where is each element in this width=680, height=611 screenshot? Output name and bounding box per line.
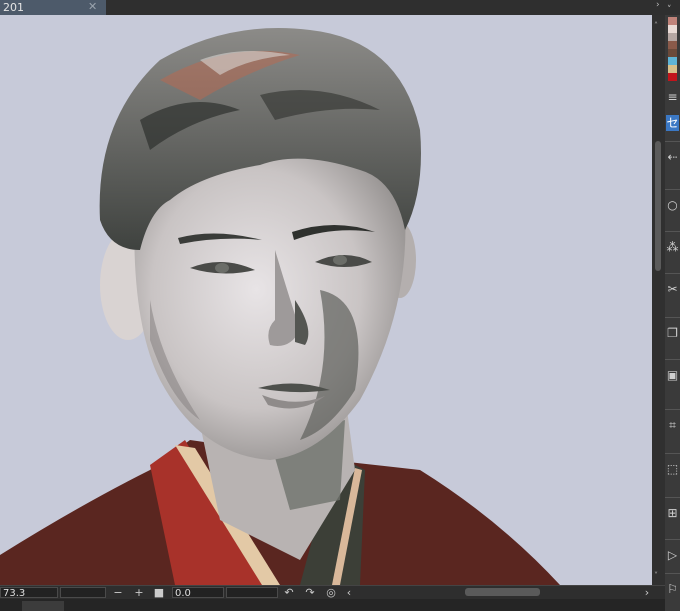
zoom-slider[interactable] xyxy=(60,587,106,598)
vertical-scroll-thumb[interactable] xyxy=(655,141,661,271)
color-swatch[interactable] xyxy=(668,65,677,73)
tool-separator xyxy=(665,359,680,360)
angle-field[interactable]: 0.0 xyxy=(172,587,224,599)
scale-icon[interactable]: ⬚ xyxy=(666,461,679,477)
drawing-canvas[interactable] xyxy=(0,15,652,585)
chevron-down-icon[interactable]: ˅ xyxy=(667,5,672,15)
menu-icon[interactable]: ≡ xyxy=(666,89,679,105)
close-tab-icon[interactable]: ✕ xyxy=(88,0,97,13)
zoom-value: 73.3 xyxy=(3,588,26,599)
tool-separator xyxy=(665,453,680,454)
tool-separator xyxy=(665,497,680,498)
lasso-icon[interactable]: ○ xyxy=(666,197,679,213)
tool-separator xyxy=(665,231,680,232)
transform-icon[interactable]: ⌗ xyxy=(666,417,679,433)
scroll-right-icon[interactable]: › xyxy=(640,586,654,599)
chevron-right-icon[interactable]: › xyxy=(656,0,660,10)
scroll-up-icon[interactable]: ˄ xyxy=(654,21,658,30)
color-swatch[interactable] xyxy=(668,33,677,41)
fit-button[interactable]: ■ xyxy=(152,586,166,599)
right-tool-panel: ≡ セ ⇠ ○ ⁂ ✂ ❐ ▣ ⌗ ⬚ ⊞ ▷ ⚐ xyxy=(665,15,680,611)
zoom-field[interactable]: 73.3 xyxy=(0,587,58,599)
zoom-in-button[interactable]: + xyxy=(132,586,146,599)
flag-icon[interactable]: ⚐ xyxy=(666,581,679,597)
tool-separator xyxy=(665,317,680,318)
move-arrow-icon[interactable]: ⇠ xyxy=(666,149,679,165)
document-tab-title: 201 xyxy=(3,1,24,14)
scissors-icon[interactable]: ✂ xyxy=(666,281,679,297)
rotate-left-button[interactable]: ↶ xyxy=(282,586,296,599)
vertical-scrollbar[interactable]: ˄ ˅ xyxy=(652,15,665,585)
copy-icon[interactable]: ❐ xyxy=(666,325,679,341)
color-swatch[interactable] xyxy=(668,17,677,25)
document-tab[interactable]: 201 ✕ xyxy=(0,0,106,15)
tool-separator xyxy=(665,573,680,574)
tool-separator xyxy=(665,539,680,540)
bottom-bar xyxy=(0,599,665,611)
document-tab-bar: 201 ✕ › ˅ xyxy=(0,0,680,15)
grid-icon[interactable]: ⊞ xyxy=(666,505,679,521)
tool-separator xyxy=(665,409,680,410)
rotate-right-button[interactable]: ↷ xyxy=(303,586,317,599)
tool-separator xyxy=(665,273,680,274)
color-swatch[interactable] xyxy=(668,41,677,49)
color-swatch[interactable] xyxy=(668,25,677,33)
color-swatch[interactable] xyxy=(668,73,677,81)
reset-rotation-button[interactable]: ◎ xyxy=(324,586,338,599)
selection-tab-icon[interactable]: セ xyxy=(666,115,679,131)
color-swatch[interactable] xyxy=(668,57,677,65)
portrait-painting xyxy=(0,28,560,585)
scroll-left-icon[interactable]: ‹ xyxy=(342,586,356,599)
play-icon[interactable]: ▷ xyxy=(666,547,679,563)
angle-value: 0.0 xyxy=(175,588,191,599)
sparkle-icon[interactable]: ⁂ xyxy=(666,239,679,255)
tool-separator xyxy=(665,189,680,190)
bottom-tab[interactable] xyxy=(22,601,64,611)
color-swatch[interactable] xyxy=(668,49,677,57)
horizontal-scroll-thumb[interactable] xyxy=(465,588,540,596)
angle-slider[interactable] xyxy=(226,587,278,598)
tool-separator xyxy=(665,141,680,142)
status-bar: 73.3 − + ■ 0.0 ↶ ↷ ◎ ‹ › xyxy=(0,585,665,600)
paste-icon[interactable]: ▣ xyxy=(666,367,679,383)
scroll-down-icon[interactable]: ˅ xyxy=(654,571,658,580)
zoom-out-button[interactable]: − xyxy=(111,586,125,599)
